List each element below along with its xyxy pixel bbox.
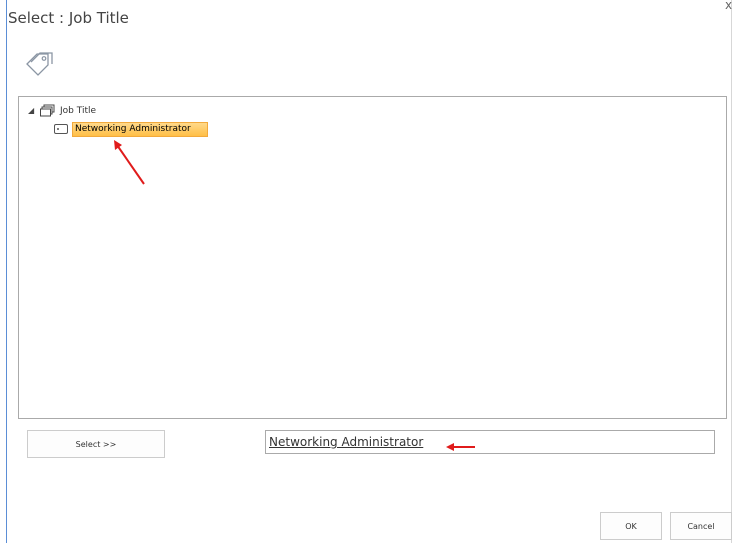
dialog-left-border bbox=[6, 0, 7, 543]
collapse-toggle-icon[interactable]: ◢ bbox=[28, 107, 36, 115]
ok-button[interactable]: OK bbox=[600, 512, 662, 540]
select-button[interactable]: Select >> bbox=[27, 430, 165, 458]
termset-icon bbox=[40, 104, 55, 117]
selected-terms-field[interactable]: Networking Administrator bbox=[265, 430, 715, 454]
tree-root-job-title[interactable]: ◢ Job Title bbox=[28, 103, 96, 119]
select-job-title-dialog: Select : Job Title x ◢ Job Title Network… bbox=[0, 0, 734, 543]
close-icon[interactable]: x bbox=[725, 0, 734, 12]
annotation-arrow bbox=[446, 443, 475, 451]
tree-root-label: Job Title bbox=[60, 106, 97, 116]
selected-term-value: Networking Administrator bbox=[269, 435, 424, 449]
tag-icon bbox=[26, 52, 53, 76]
annotation-arrow bbox=[114, 140, 145, 185]
dialog-title: Select : Job Title bbox=[8, 9, 129, 27]
tree-item-networking-administrator[interactable]: Networking Administrator bbox=[54, 121, 208, 137]
dialog-right-border bbox=[731, 0, 732, 543]
term-icon bbox=[54, 124, 68, 134]
tree-item-label[interactable]: Networking Administrator bbox=[72, 121, 208, 137]
cancel-button[interactable]: Cancel bbox=[670, 512, 732, 540]
